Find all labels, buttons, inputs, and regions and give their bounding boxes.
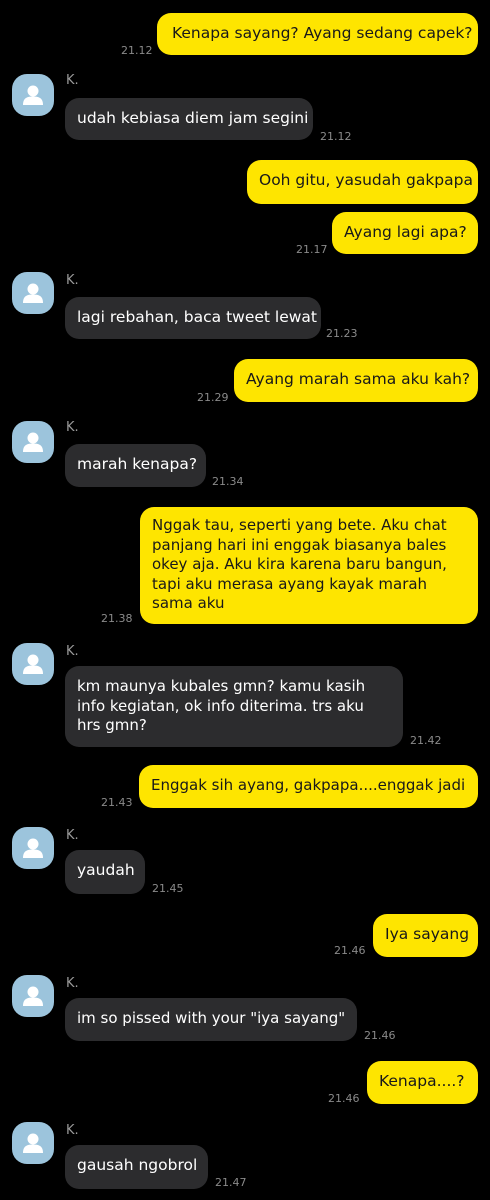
- message-time: 21.12: [320, 130, 352, 143]
- outgoing-message[interactable]: Ooh gitu, yasudah gakpapa: [247, 160, 478, 204]
- outgoing-message[interactable]: Iya sayang: [373, 914, 478, 957]
- user-silhouette-icon: [23, 432, 43, 452]
- sender-name: K.: [66, 73, 79, 88]
- message-time: 21.43: [101, 796, 133, 809]
- incoming-message[interactable]: lagi rebahan, baca tweet lewat: [65, 297, 321, 339]
- incoming-message[interactable]: gausah ngobrol: [65, 1145, 208, 1189]
- message-time: 21.45: [152, 882, 184, 895]
- message-time: 21.12: [121, 44, 153, 57]
- chat-thread: 21.12 Kenapa sayang? Ayang sedang capek?…: [0, 0, 490, 1200]
- contact-avatar[interactable]: [12, 975, 54, 1017]
- incoming-message[interactable]: yaudah: [65, 850, 145, 894]
- contact-avatar[interactable]: [12, 643, 54, 685]
- contact-avatar[interactable]: [12, 1122, 54, 1164]
- outgoing-message[interactable]: Enggak sih ayang, gakpapa....enggak jadi: [139, 765, 478, 808]
- message-time: 21.46: [328, 1092, 360, 1105]
- incoming-message[interactable]: km maunya kubales gmn? kamu kasih info k…: [65, 666, 403, 747]
- message-time: 21.29: [197, 391, 229, 404]
- sender-name: K.: [66, 828, 79, 843]
- user-silhouette-icon: [23, 283, 43, 303]
- message-time: 21.23: [326, 327, 358, 340]
- user-silhouette-icon: [23, 1133, 43, 1153]
- message-time: 21.42: [410, 734, 442, 747]
- sender-name: K.: [66, 420, 79, 435]
- incoming-message[interactable]: marah kenapa?: [65, 444, 206, 487]
- outgoing-message[interactable]: Ayang lagi apa?: [332, 212, 478, 254]
- sender-name: K.: [66, 1123, 79, 1138]
- message-time: 21.46: [364, 1029, 396, 1042]
- message-time: 21.47: [215, 1176, 247, 1189]
- incoming-message[interactable]: im so pissed with your "iya sayang": [65, 998, 357, 1041]
- contact-avatar[interactable]: [12, 421, 54, 463]
- user-silhouette-icon: [23, 85, 43, 105]
- contact-avatar[interactable]: [12, 74, 54, 116]
- outgoing-message[interactable]: Kenapa....?: [367, 1061, 478, 1104]
- sender-name: K.: [66, 644, 79, 659]
- user-silhouette-icon: [23, 838, 43, 858]
- sender-name: K.: [66, 976, 79, 991]
- message-time: 21.34: [212, 475, 244, 488]
- user-silhouette-icon: [23, 654, 43, 674]
- message-time: 21.17: [296, 243, 328, 256]
- outgoing-message[interactable]: Kenapa sayang? Ayang sedang capek?: [157, 13, 478, 55]
- message-time: 21.38: [101, 612, 133, 625]
- user-silhouette-icon: [23, 986, 43, 1006]
- incoming-message[interactable]: udah kebiasa diem jam segini: [65, 98, 313, 140]
- outgoing-message[interactable]: Nggak tau, seperti yang bete. Aku chat p…: [140, 507, 478, 624]
- contact-avatar[interactable]: [12, 272, 54, 314]
- message-time: 21.46: [334, 944, 366, 957]
- sender-name: K.: [66, 273, 79, 288]
- outgoing-message[interactable]: Ayang marah sama aku kah?: [234, 359, 478, 402]
- contact-avatar[interactable]: [12, 827, 54, 869]
